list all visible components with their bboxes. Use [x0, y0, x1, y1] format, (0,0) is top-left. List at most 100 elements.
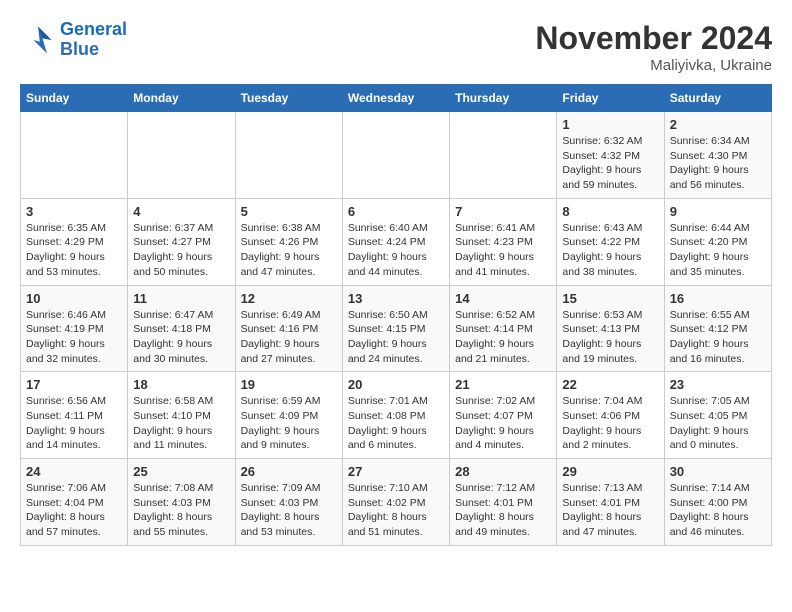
day-info: Sunrise: 6:56 AM Sunset: 4:11 PM Dayligh…	[26, 394, 122, 453]
day-info: Sunrise: 7:10 AM Sunset: 4:02 PM Dayligh…	[348, 481, 444, 540]
calendar-cell: 27 Sunrise: 7:10 AM Sunset: 4:02 PM Dayli…	[342, 459, 449, 546]
day-number: 14	[455, 291, 551, 306]
day-info: Sunrise: 6:50 AM Sunset: 4:15 PM Dayligh…	[348, 308, 444, 367]
calendar-cell: 30 Sunrise: 7:14 AM Sunset: 4:00 PM Dayli…	[664, 459, 771, 546]
day-number: 15	[562, 291, 658, 306]
day-number: 4	[133, 204, 229, 219]
day-number: 6	[348, 204, 444, 219]
day-info: Sunrise: 7:02 AM Sunset: 4:07 PM Dayligh…	[455, 394, 551, 453]
calendar-cell: 22Sunrise: 7:04 AM Sunset: 4:06 PM Dayli…	[557, 372, 664, 459]
weekday-header: Friday	[557, 85, 664, 112]
calendar-cell: 11 Sunrise: 6:47 AM Sunset: 4:18 PM Dayli…	[128, 285, 235, 372]
calendar-cell: 1 Sunrise: 6:32 AM Sunset: 4:32 PM Daylig…	[557, 112, 664, 199]
calendar-week-row: 10 Sunrise: 6:46 AM Sunset: 4:19 PM Dayli…	[21, 285, 772, 372]
day-number: 19	[241, 377, 337, 392]
day-info: Sunrise: 6:37 AM Sunset: 4:27 PM Dayligh…	[133, 221, 229, 280]
calendar-cell: 7 Sunrise: 6:41 AM Sunset: 4:23 PM Daylig…	[450, 198, 557, 285]
day-number: 1	[562, 117, 658, 132]
logo-text: General Blue	[60, 20, 127, 60]
day-info: Sunrise: 7:04 AM Sunset: 4:06 PM Dayligh…	[562, 394, 658, 453]
day-number: 29	[562, 464, 658, 479]
day-number: 27	[348, 464, 444, 479]
title-block: November 2024 Maliyivka, Ukraine	[535, 20, 772, 74]
calendar-cell	[21, 112, 128, 199]
weekday-header: Saturday	[664, 85, 771, 112]
weekday-header: Monday	[128, 85, 235, 112]
day-info: Sunrise: 6:53 AM Sunset: 4:13 PM Dayligh…	[562, 308, 658, 367]
calendar-week-row: 17 Sunrise: 6:56 AM Sunset: 4:11 PM Dayli…	[21, 372, 772, 459]
calendar-cell: 15 Sunrise: 6:53 AM Sunset: 4:13 PM Dayli…	[557, 285, 664, 372]
calendar-cell: 13 Sunrise: 6:50 AM Sunset: 4:15 PM Dayli…	[342, 285, 449, 372]
day-info: Sunrise: 6:44 AM Sunset: 4:20 PM Dayligh…	[670, 221, 766, 280]
day-number: 13	[348, 291, 444, 306]
day-number: 9	[670, 204, 766, 219]
weekday-header: Tuesday	[235, 85, 342, 112]
day-number: 10	[26, 291, 122, 306]
day-info: Sunrise: 6:55 AM Sunset: 4:12 PM Dayligh…	[670, 308, 766, 367]
calendar-cell: 2 Sunrise: 6:34 AM Sunset: 4:30 PM Daylig…	[664, 112, 771, 199]
day-number: 12	[241, 291, 337, 306]
day-number: 17	[26, 377, 122, 392]
day-info: Sunrise: 7:13 AM Sunset: 4:01 PM Dayligh…	[562, 481, 658, 540]
calendar-cell: 17 Sunrise: 6:56 AM Sunset: 4:11 PM Dayli…	[21, 372, 128, 459]
day-number: 18	[133, 377, 229, 392]
day-info: Sunrise: 7:08 AM Sunset: 4:03 PM Dayligh…	[133, 481, 229, 540]
day-number: 26	[241, 464, 337, 479]
day-info: Sunrise: 6:58 AM Sunset: 4:10 PM Dayligh…	[133, 394, 229, 453]
day-number: 5	[241, 204, 337, 219]
day-number: 20	[348, 377, 444, 392]
calendar-week-row: 3Sunrise: 6:35 AM Sunset: 4:29 PM Daylig…	[21, 198, 772, 285]
day-info: Sunrise: 7:14 AM Sunset: 4:00 PM Dayligh…	[670, 481, 766, 540]
calendar-cell: 6 Sunrise: 6:40 AM Sunset: 4:24 PM Daylig…	[342, 198, 449, 285]
calendar-cell	[342, 112, 449, 199]
calendar-cell: 23Sunrise: 7:05 AM Sunset: 4:05 PM Dayli…	[664, 372, 771, 459]
day-number: 2	[670, 117, 766, 132]
calendar-cell: 18 Sunrise: 6:58 AM Sunset: 4:10 PM Dayli…	[128, 372, 235, 459]
weekday-header: Wednesday	[342, 85, 449, 112]
day-number: 7	[455, 204, 551, 219]
calendar-cell: 26Sunrise: 7:09 AM Sunset: 4:03 PM Dayli…	[235, 459, 342, 546]
day-info: Sunrise: 6:46 AM Sunset: 4:19 PM Dayligh…	[26, 308, 122, 367]
day-info: Sunrise: 7:06 AM Sunset: 4:04 PM Dayligh…	[26, 481, 122, 540]
day-info: Sunrise: 6:59 AM Sunset: 4:09 PM Dayligh…	[241, 394, 337, 453]
day-info: Sunrise: 6:41 AM Sunset: 4:23 PM Dayligh…	[455, 221, 551, 280]
day-info: Sunrise: 6:47 AM Sunset: 4:18 PM Dayligh…	[133, 308, 229, 367]
logo-line2: Blue	[60, 39, 99, 59]
calendar-cell: 16 Sunrise: 6:55 AM Sunset: 4:12 PM Dayli…	[664, 285, 771, 372]
page-header: General Blue November 2024 Maliyivka, Uk…	[20, 20, 772, 74]
calendar-cell	[450, 112, 557, 199]
calendar-cell: 19 Sunrise: 6:59 AM Sunset: 4:09 PM Dayli…	[235, 372, 342, 459]
day-info: Sunrise: 7:01 AM Sunset: 4:08 PM Dayligh…	[348, 394, 444, 453]
calendar-week-row: 24 Sunrise: 7:06 AM Sunset: 4:04 PM Dayli…	[21, 459, 772, 546]
location-subtitle: Maliyivka, Ukraine	[535, 57, 772, 74]
day-info: Sunrise: 6:52 AM Sunset: 4:14 PM Dayligh…	[455, 308, 551, 367]
month-title: November 2024	[535, 20, 772, 57]
calendar-cell: 3Sunrise: 6:35 AM Sunset: 4:29 PM Daylig…	[21, 198, 128, 285]
day-number: 30	[670, 464, 766, 479]
day-number: 25	[133, 464, 229, 479]
day-number: 11	[133, 291, 229, 306]
calendar-cell: 29 Sunrise: 7:13 AM Sunset: 4:01 PM Dayli…	[557, 459, 664, 546]
calendar-week-row: 1 Sunrise: 6:32 AM Sunset: 4:32 PM Daylig…	[21, 112, 772, 199]
calendar-cell: 4 Sunrise: 6:37 AM Sunset: 4:27 PM Daylig…	[128, 198, 235, 285]
day-number: 8	[562, 204, 658, 219]
calendar-cell: 14 Sunrise: 6:52 AM Sunset: 4:14 PM Dayli…	[450, 285, 557, 372]
calendar-cell: 9 Sunrise: 6:44 AM Sunset: 4:20 PM Daylig…	[664, 198, 771, 285]
calendar-cell: 8Sunrise: 6:43 AM Sunset: 4:22 PM Daylig…	[557, 198, 664, 285]
day-number: 24	[26, 464, 122, 479]
day-number: 28	[455, 464, 551, 479]
day-number: 16	[670, 291, 766, 306]
day-info: Sunrise: 6:32 AM Sunset: 4:32 PM Dayligh…	[562, 134, 658, 193]
day-info: Sunrise: 6:40 AM Sunset: 4:24 PM Dayligh…	[348, 221, 444, 280]
logo-line1: General	[60, 19, 127, 39]
day-info: Sunrise: 6:34 AM Sunset: 4:30 PM Dayligh…	[670, 134, 766, 193]
logo-icon	[20, 22, 56, 58]
calendar-cell: 21Sunrise: 7:02 AM Sunset: 4:07 PM Dayli…	[450, 372, 557, 459]
calendar-cell: 28Sunrise: 7:12 AM Sunset: 4:01 PM Dayli…	[450, 459, 557, 546]
weekday-header-row: SundayMondayTuesdayWednesdayThursdayFrid…	[21, 85, 772, 112]
calendar-cell: 25 Sunrise: 7:08 AM Sunset: 4:03 PM Dayli…	[128, 459, 235, 546]
calendar-cell: 12 Sunrise: 6:49 AM Sunset: 4:16 PM Dayli…	[235, 285, 342, 372]
calendar-table: SundayMondayTuesdayWednesdayThursdayFrid…	[20, 84, 772, 546]
weekday-header: Thursday	[450, 85, 557, 112]
day-info: Sunrise: 6:49 AM Sunset: 4:16 PM Dayligh…	[241, 308, 337, 367]
